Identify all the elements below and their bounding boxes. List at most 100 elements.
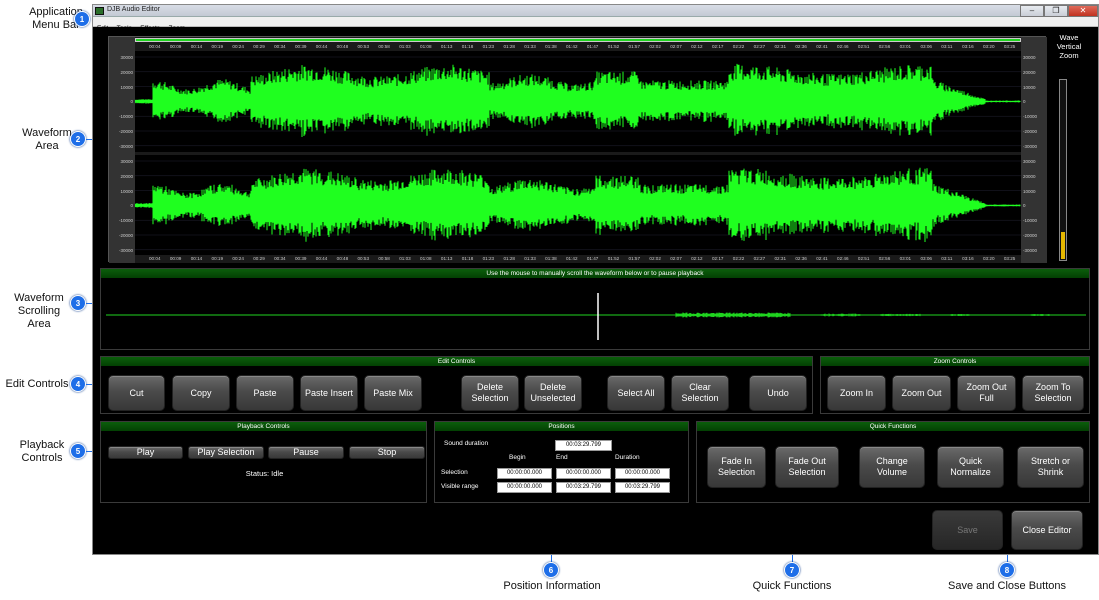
time-tick-label: 02:46	[837, 256, 849, 261]
stop-button[interactable]: Stop	[349, 446, 425, 459]
vertical-zoom-subtitle: Vertical Zoom	[1056, 42, 1082, 60]
time-tick-label: 00:14	[190, 256, 203, 261]
visible-begin-field[interactable]: 00:00:00.000	[497, 482, 552, 493]
minimize-button[interactable]: –	[1020, 5, 1044, 17]
time-tick-label: 02:56	[878, 256, 891, 261]
menu-edit[interactable]: Edit	[97, 24, 108, 34]
select-all-button[interactable]: Select All	[607, 375, 665, 411]
paste-insert-button[interactable]: Paste Insert	[300, 375, 358, 411]
time-tick-label: 02:56	[878, 44, 891, 49]
column-begin: Begin	[509, 454, 526, 461]
time-tick-label: 02:02	[649, 44, 661, 49]
time-tick-label: 00:34	[274, 256, 286, 261]
delete-selection-button[interactable]: Delete Selection	[461, 375, 519, 411]
save-button[interactable]: Save	[932, 510, 1003, 550]
vertical-zoom-slider[interactable]	[1059, 79, 1067, 261]
amplitude-tick-label: -30000	[1023, 143, 1038, 149]
fade-out-button[interactable]: Fade Out Selection	[775, 446, 839, 488]
positions-header: Positions	[435, 422, 688, 431]
copy-button[interactable]: Copy	[172, 375, 230, 411]
visible-end-field[interactable]: 00:03:29.799	[556, 482, 611, 493]
zoom-in-button[interactable]: Zoom In	[827, 375, 886, 411]
time-tick-label: 01:13	[440, 256, 453, 261]
menu-effects[interactable]: Effects	[140, 24, 160, 34]
waveform-trace	[134, 63, 1021, 137]
time-tick-label: 00:24	[232, 44, 244, 49]
time-tick-label: 00:19	[211, 256, 224, 261]
time-tick-label: 02:31	[774, 44, 787, 49]
zoom-out-button[interactable]: Zoom Out	[892, 375, 951, 411]
callout-quick-functions: Quick Functions	[742, 580, 842, 593]
playback-status: Status: Idle	[245, 469, 284, 478]
time-tick-label: 01:47	[586, 256, 599, 261]
clear-selection-button[interactable]: Clear Selection	[671, 375, 729, 411]
menu-tools[interactable]: Tools	[117, 24, 132, 34]
fade-in-button[interactable]: Fade In Selection	[707, 446, 766, 488]
waveform-channel-left[interactable]	[134, 51, 1021, 152]
waveform-scroll-panel[interactable]: Use the mouse to manually scroll the wav…	[100, 268, 1090, 350]
time-tick-label: 02:17	[711, 44, 724, 49]
quick-normalize-button[interactable]: Quick Normalize	[937, 446, 1004, 488]
play-button[interactable]: Play	[108, 446, 183, 459]
visible-duration-field[interactable]: 00:03:29.799	[615, 482, 670, 493]
time-tick-label: 00:39	[294, 256, 307, 261]
time-tick-label: 02:51	[857, 44, 870, 49]
quick-functions-header: Quick Functions	[697, 422, 1089, 431]
amplitude-tick-label: 30000	[1023, 55, 1036, 60]
time-tick-label: 03:06	[920, 256, 932, 261]
undo-button[interactable]: Undo	[749, 375, 807, 411]
zoom-to-selection-button[interactable]: Zoom To Selection	[1022, 375, 1084, 411]
pause-button[interactable]: Pause	[268, 446, 344, 459]
time-tick-label: 00:48	[336, 44, 349, 49]
stretch-shrink-button[interactable]: Stretch or Shrink	[1017, 446, 1084, 488]
selection-label: Selection	[441, 469, 468, 476]
paste-mix-button[interactable]: Paste Mix	[364, 375, 422, 411]
delete-unselected-button[interactable]: Delete Unselected	[524, 375, 582, 411]
time-tick-label: 01:33	[524, 256, 536, 261]
waveform-right-svg	[134, 160, 1021, 251]
waveform-channel-right[interactable]	[134, 155, 1021, 256]
change-volume-button[interactable]: Change Volume	[859, 446, 925, 488]
time-tick-label: 01:42	[566, 44, 578, 49]
time-tick-label: 03:01	[899, 44, 912, 49]
close-window-button[interactable]: ✕	[1068, 5, 1098, 17]
menu-zoom[interactable]: Zoom	[169, 24, 186, 34]
amplitude-tick-label: -20000	[1023, 129, 1038, 134]
time-tick-label: 02:17	[711, 256, 724, 261]
time-tick-label: 00:34	[274, 44, 286, 49]
zoom-out-full-button[interactable]: Zoom Out Full	[957, 375, 1016, 411]
time-tick-label: 01:08	[420, 44, 432, 49]
amplitude-tick-label: 20000	[120, 69, 133, 75]
amplitude-tick-label: 30000	[120, 159, 133, 164]
time-tick-label: 03:01	[899, 256, 912, 261]
selection-duration-field[interactable]: 00:00:00.000	[615, 468, 670, 479]
waveform-area[interactable]: 00:04 00:09 00:14 00:19 00:24 00:29 00:34 00:39…	[108, 36, 1047, 263]
vertical-zoom-title: Wave	[1059, 33, 1079, 42]
time-tick-label: 03:20	[983, 44, 995, 49]
app-icon	[95, 7, 104, 15]
waveform-trace	[134, 167, 1021, 242]
amplitude-tick-label: 0	[130, 99, 133, 105]
play-selection-button[interactable]: Play Selection	[188, 446, 264, 459]
time-tick-label: 02:12	[691, 44, 703, 49]
time-tick-label: 00:53	[357, 44, 370, 49]
time-ruler-top: 00:04 00:09 00:14 00:19 00:24 00:29 00:34 00:39…	[135, 43, 1021, 51]
callout-badge: 1	[74, 11, 90, 27]
selection-slider[interactable]	[135, 38, 1021, 42]
cut-button[interactable]: Cut	[108, 375, 165, 411]
time-tick-label: 01:03	[399, 44, 411, 49]
time-tick-label: 00:29	[253, 44, 265, 49]
callout-badge: 8	[999, 562, 1015, 578]
selection-end-field[interactable]: 00:00:00.000	[556, 468, 611, 479]
time-tick-label: 00:09	[169, 256, 182, 261]
time-tick-label: 01:52	[607, 256, 620, 261]
restore-button[interactable]: ❐	[1044, 5, 1068, 17]
time-tick-label: 02:36	[795, 44, 807, 49]
time-tick-label: 00:58	[378, 44, 390, 49]
amplitude-tick-label: 30000	[1023, 159, 1036, 164]
time-tick-label: 02:07	[670, 44, 682, 49]
paste-button[interactable]: Paste	[236, 375, 294, 411]
close-editor-button[interactable]: Close Editor	[1011, 510, 1083, 550]
selection-begin-field[interactable]: 00:00:00.000	[497, 468, 552, 479]
title-bar[interactable]: DJB Audio Editor – ❐ ✕	[93, 5, 1098, 17]
